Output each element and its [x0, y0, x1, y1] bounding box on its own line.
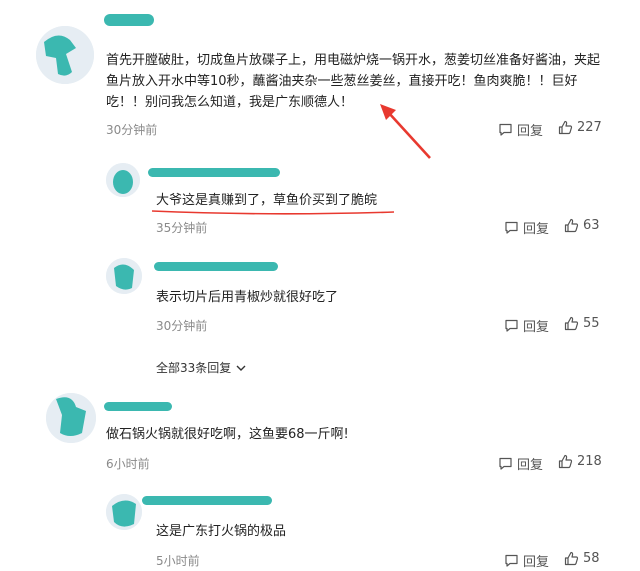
- thumbs-up-icon: [564, 218, 579, 233]
- avatar[interactable]: [106, 163, 140, 197]
- comment-time: 30分钟前: [106, 123, 158, 137]
- more-replies-link[interactable]: 全部33条回复: [156, 359, 247, 376]
- reply-button[interactable]: 回复: [504, 218, 549, 237]
- like-count: 58: [583, 551, 600, 566]
- avatar[interactable]: [106, 494, 142, 530]
- reply-label: 回复: [523, 320, 550, 335]
- more-replies-label: 全部33条回复: [156, 361, 232, 375]
- comment-time: 6小时前: [106, 457, 150, 471]
- comment-icon: [505, 554, 518, 567]
- like-count: 63: [583, 218, 600, 233]
- username-redacted[interactable]: [148, 168, 280, 177]
- username-redacted[interactable]: [154, 262, 278, 271]
- comment-time: 30分钟前: [156, 319, 208, 333]
- avatar[interactable]: [106, 258, 142, 294]
- chevron-down-icon: [236, 365, 246, 371]
- username-redacted[interactable]: [104, 402, 172, 411]
- comment-text: 做石锅火锅就很好吃啊，这鱼要68一斤啊!: [106, 427, 349, 442]
- like-button[interactable]: 227: [558, 120, 602, 135]
- annotation-arrow: [380, 104, 431, 159]
- reply-button[interactable]: 回复: [498, 454, 543, 473]
- like-count: 55: [583, 316, 600, 331]
- thumbs-up-icon: [558, 454, 573, 469]
- reply-label: 回复: [523, 222, 550, 237]
- like-button[interactable]: 218: [558, 454, 602, 469]
- like-button[interactable]: 63: [564, 218, 600, 233]
- like-button[interactable]: 55: [564, 316, 600, 331]
- comment-time: 35分钟前: [156, 221, 208, 235]
- thumbs-up-icon: [558, 120, 573, 135]
- comment-icon: [499, 123, 512, 136]
- reply-label: 回复: [517, 458, 544, 473]
- comment-time: 5小时前: [156, 554, 200, 568]
- comment-text: 这是广东打火锅的极品: [156, 524, 287, 539]
- thumbs-up-icon: [564, 551, 579, 566]
- reply-button[interactable]: 回复: [498, 120, 543, 139]
- like-count: 227: [577, 120, 602, 135]
- comment-icon: [499, 457, 512, 470]
- username-redacted[interactable]: [104, 14, 154, 26]
- avatar[interactable]: [46, 393, 96, 443]
- avatar[interactable]: [36, 26, 94, 84]
- username-redacted[interactable]: [142, 496, 272, 505]
- like-button[interactable]: 58: [564, 551, 600, 566]
- comment-icon: [505, 319, 518, 332]
- comment-text: 表示切片后用青椒炒就很好吃了: [156, 290, 339, 305]
- reply-button[interactable]: 回复: [504, 316, 549, 335]
- thumbs-up-icon: [564, 316, 579, 331]
- like-count: 218: [577, 454, 602, 469]
- reply-label: 回复: [523, 555, 550, 570]
- annotation-underline: [151, 210, 395, 215]
- comment-text: 首先开膛破肚，切成鱼片放碟子上，用电磁炉烧一锅开水，葱姜切丝准备好酱油，夹起鱼片…: [106, 53, 601, 110]
- reply-button[interactable]: 回复: [504, 551, 549, 570]
- comment-icon: [505, 221, 518, 234]
- reply-label: 回复: [517, 124, 544, 139]
